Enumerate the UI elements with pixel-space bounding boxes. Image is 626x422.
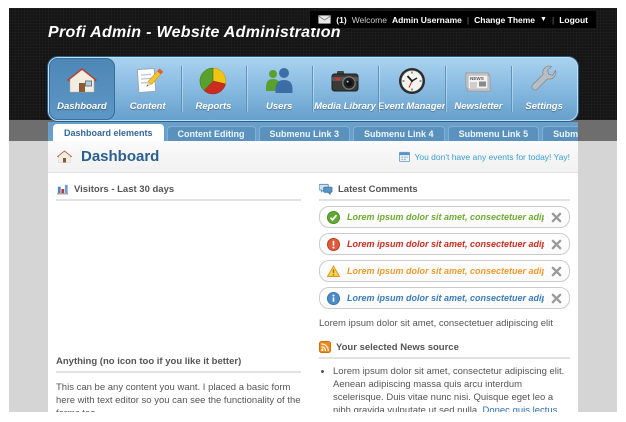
events-note[interactable]: You don't have any events for today! Yay… bbox=[399, 151, 570, 162]
warning-triangle-icon bbox=[327, 264, 340, 277]
users-icon bbox=[266, 68, 293, 93]
news-list: Lorem ipsum dolor sit amet, consectetur … bbox=[319, 365, 570, 412]
nav-item-newsletter[interactable]: NEWS Newsletter bbox=[445, 58, 511, 120]
comment-row: Lorem ipsum dolor sit amet, consectetuer… bbox=[319, 260, 570, 282]
news-section-header: Your selected News source bbox=[319, 341, 570, 359]
comment-row: Lorem ipsum dolor sit amet, consectetuer… bbox=[319, 233, 570, 255]
content-header: Dashboard You don't have any events for … bbox=[48, 141, 578, 173]
tab-submenu-link-6[interactable]: Submenu Link 6 bbox=[542, 126, 578, 141]
nav-label: Content bbox=[129, 101, 166, 112]
calendar-icon bbox=[399, 151, 411, 162]
tab-dashboard-elements[interactable]: Dashboard elements bbox=[53, 124, 164, 141]
home-icon bbox=[57, 150, 72, 163]
nav-item-content[interactable]: Content bbox=[115, 58, 181, 120]
tab-submenu-link-3[interactable]: Submenu Link 3 bbox=[258, 126, 351, 141]
rss-icon bbox=[319, 341, 331, 353]
comment-link[interactable]: Lorem ipsum dolor sit amet, consectetuer… bbox=[347, 293, 544, 303]
visitors-chart-placeholder bbox=[56, 201, 301, 356]
logout-link[interactable]: Logout bbox=[559, 15, 588, 25]
nav-label: Settings bbox=[525, 101, 563, 112]
camera-icon bbox=[331, 71, 359, 92]
comments-section-header: Latest Comments bbox=[319, 183, 570, 201]
visitors-title: Visitors - Last 30 days bbox=[74, 183, 175, 195]
delete-icon[interactable] bbox=[551, 266, 562, 277]
comments-icon bbox=[319, 183, 333, 195]
nav-item-media-library[interactable]: Media Library bbox=[312, 58, 378, 120]
delete-icon[interactable] bbox=[551, 212, 562, 223]
left-column: Visitors - Last 30 days Anything (no ico… bbox=[48, 173, 313, 412]
tab-submenu-link-5[interactable]: Submenu Link 5 bbox=[447, 126, 540, 141]
page-title: Dashboard bbox=[81, 148, 160, 165]
comment-link[interactable]: Lorem ipsum dolor sit amet, consectetuer… bbox=[347, 266, 544, 276]
comments-title: Latest Comments bbox=[338, 183, 418, 195]
nav-label: Media Library bbox=[314, 101, 376, 112]
welcome-label: Welcome bbox=[351, 14, 387, 25]
submenu-tabstrip: Dashboard elements Content Editing Subme… bbox=[48, 122, 578, 141]
comment-row: Lorem ipsum dolor sit amet, consectetuer… bbox=[319, 287, 570, 309]
visitors-section-header: Visitors - Last 30 days bbox=[56, 183, 301, 201]
comment-link[interactable]: Lorem ipsum dolor sit amet, consectetuer… bbox=[347, 212, 544, 222]
news-title: Your selected News source bbox=[336, 341, 459, 353]
home-icon bbox=[66, 68, 97, 93]
mail-icon[interactable] bbox=[318, 15, 332, 24]
svg-text:NEWS: NEWS bbox=[470, 76, 484, 81]
news-item: Lorem ipsum dolor sit amet, consectetur … bbox=[333, 365, 570, 412]
bar-chart-icon bbox=[56, 184, 69, 195]
page-viewport: Profi Admin - Website Administration (1)… bbox=[9, 8, 617, 412]
delete-icon[interactable] bbox=[551, 239, 562, 250]
nav-item-reports[interactable]: Reports bbox=[180, 58, 247, 120]
pie-chart-icon bbox=[200, 67, 227, 95]
comment-row: Lorem ipsum dolor sit amet, consectetuer… bbox=[319, 206, 570, 228]
change-theme-link[interactable]: Change Theme bbox=[474, 15, 535, 25]
divider: | bbox=[466, 14, 470, 25]
nav-label: Event Manager bbox=[377, 101, 446, 112]
page-pencil-icon bbox=[136, 67, 164, 93]
user-bar: (1) Welcome Admin Username | Change Them… bbox=[310, 11, 596, 28]
app-title: Profi Admin - Website Administration bbox=[48, 24, 341, 41]
wrench-icon bbox=[531, 65, 557, 91]
right-column: Latest Comments Lorem ipsum dolor sit am… bbox=[313, 173, 578, 412]
mail-count[interactable]: (1) bbox=[336, 15, 346, 25]
content-area: Dashboard You don't have any events for … bbox=[48, 141, 578, 412]
nav-item-users[interactable]: Users bbox=[246, 58, 312, 120]
info-circle-icon bbox=[327, 291, 340, 305]
comment-link[interactable]: Lorem ipsum dolor sit amet, consectetuer… bbox=[347, 239, 544, 249]
anything-text: This can be any content you want. I plac… bbox=[56, 382, 301, 412]
delete-icon[interactable] bbox=[551, 293, 562, 304]
nav-label: Newsletter bbox=[454, 101, 503, 112]
nav-item-event-manager[interactable]: Event Manager bbox=[377, 58, 446, 120]
error-circle-icon bbox=[327, 237, 340, 251]
anything-title: Anything (no icon too if you like it bet… bbox=[56, 356, 242, 367]
anything-section-header: Anything (no icon too if you like it bet… bbox=[56, 356, 301, 373]
two-column-layout: Visitors - Last 30 days Anything (no ico… bbox=[48, 173, 578, 412]
nav-item-settings[interactable]: Settings bbox=[511, 58, 577, 120]
main-nav: Dashboard Content Reports Users Media Li… bbox=[48, 57, 578, 121]
nav-label: Reports bbox=[195, 101, 232, 112]
events-note-text: You don't have any events for today! Yay… bbox=[414, 151, 570, 162]
nav-item-dashboard[interactable]: Dashboard bbox=[49, 58, 115, 120]
nav-label: Users bbox=[266, 101, 293, 112]
check-circle-icon bbox=[327, 210, 340, 224]
comments-footer-text: Lorem ipsum dolor sit amet, consectetuer… bbox=[319, 318, 553, 329]
newspaper-icon: NEWS bbox=[465, 72, 491, 92]
app-window: Profi Admin - Website Administration (1)… bbox=[0, 0, 626, 422]
clock-icon bbox=[398, 68, 425, 94]
divider: | bbox=[551, 14, 555, 25]
nav-label: Dashboard bbox=[57, 101, 107, 112]
chevron-down-icon[interactable]: ▼ bbox=[540, 16, 547, 23]
username: Admin Username bbox=[391, 14, 462, 25]
tab-content-editing[interactable]: Content Editing bbox=[166, 126, 256, 141]
tab-submenu-link-4[interactable]: Submenu Link 4 bbox=[353, 126, 445, 141]
